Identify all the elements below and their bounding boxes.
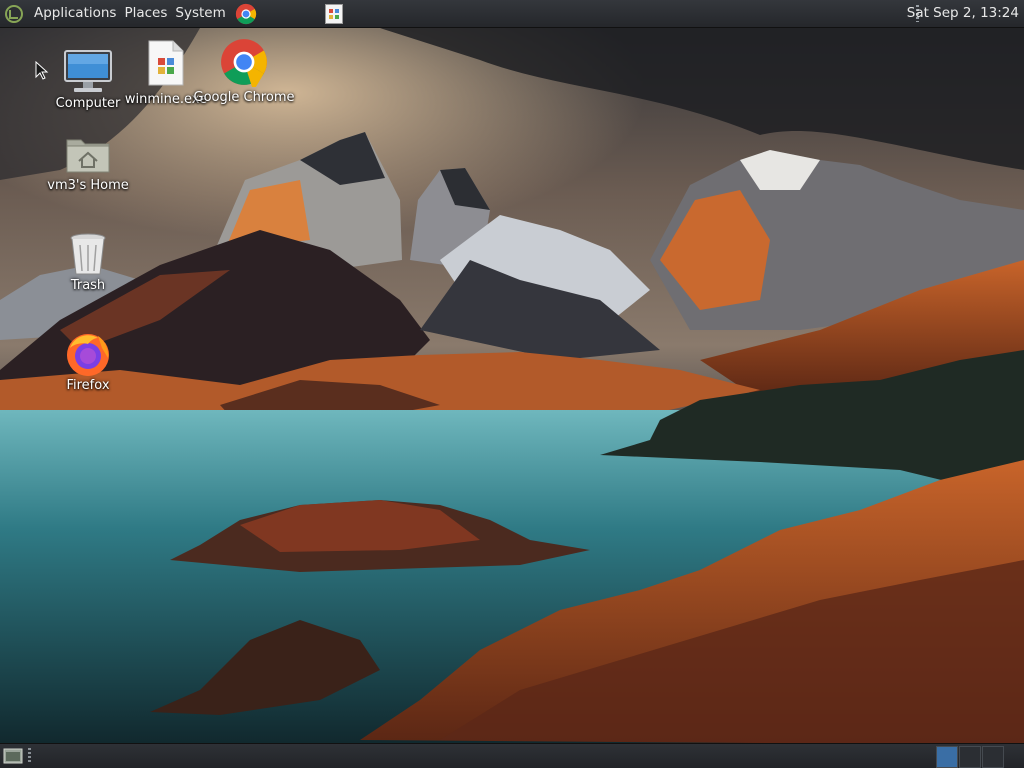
desktop-wallpaper — [0, 0, 1024, 768]
desktop-icon-label: Trash — [70, 278, 106, 293]
desktop-icon-label: vm3's Home — [47, 178, 129, 193]
applications-menu[interactable]: Applications — [30, 0, 120, 27]
chrome-icon — [216, 34, 272, 90]
top-panel: Applications Places System Sat Sep 2, 13… — [0, 0, 1024, 28]
trash-icon — [60, 226, 116, 282]
home-folder-icon — [60, 126, 116, 182]
chrome-icon[interactable] — [234, 2, 258, 26]
workspace-1[interactable] — [936, 746, 958, 768]
system-menu[interactable]: System — [171, 0, 229, 27]
exe-file-icon — [138, 36, 194, 90]
desktop-icon-google-chrome[interactable]: Google Chrome — [194, 34, 294, 105]
computer-icon — [60, 44, 116, 100]
desktop-icon-home[interactable]: vm3's Home — [43, 126, 133, 193]
desktop-icon-label: Google Chrome — [193, 90, 295, 105]
workspace-2[interactable] — [959, 746, 981, 768]
desktop-icon-label: Computer — [55, 96, 121, 111]
panel-drag-handle[interactable] — [28, 748, 31, 764]
places-menu[interactable]: Places — [120, 0, 171, 27]
winmine-icon[interactable] — [323, 3, 344, 24]
firefox-icon — [60, 326, 116, 382]
clock[interactable]: Sat Sep 2, 13:24 — [907, 0, 1019, 27]
workspace-3[interactable] — [982, 746, 1004, 768]
mate-logo-icon[interactable] — [4, 4, 24, 24]
desktop-icon-computer[interactable]: Computer — [43, 44, 133, 111]
bottom-panel — [0, 743, 1024, 768]
show-desktop-icon[interactable] — [3, 747, 23, 765]
desktop-icon-firefox[interactable]: Firefox — [43, 326, 133, 393]
desktop-icon-trash[interactable]: Trash — [43, 226, 133, 293]
desktop-icon-label: Firefox — [66, 378, 110, 393]
mouse-cursor-icon — [35, 61, 49, 80]
